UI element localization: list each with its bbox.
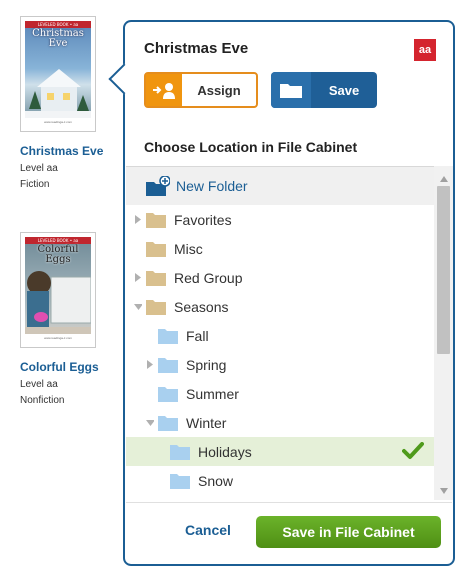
- caret-spacer: [134, 243, 142, 255]
- save-label: Save: [328, 82, 360, 98]
- folder-row[interactable]: Misc: [126, 234, 434, 263]
- cover-footer: www.readinga-z.com: [25, 334, 91, 343]
- assign-button[interactable]: Assign: [144, 72, 258, 108]
- folder-icon: [271, 72, 311, 108]
- save-button[interactable]: Save: [271, 72, 377, 108]
- folder-label: Holidays: [198, 443, 252, 460]
- caret-spacer: [158, 446, 166, 458]
- folder-label: Favorites: [174, 211, 232, 228]
- folder-icon: [146, 299, 166, 315]
- folder-label: Misc: [174, 240, 203, 257]
- book-level: Level aa: [20, 379, 58, 390]
- cover-band: LEVELED BOOK • aa: [25, 21, 91, 28]
- caret-spacer: [146, 330, 154, 342]
- folder-row[interactable]: Favorites: [126, 205, 434, 234]
- cover-art: LEVELED BOOK • aa Christmas Eve www.read…: [25, 21, 91, 127]
- level-badge: aa: [414, 39, 436, 61]
- folder-tree: New Folder Favorites Misc Red Group Seasons…: [126, 166, 434, 502]
- assign-label: Assign: [197, 82, 241, 98]
- folder-icon: [170, 444, 190, 460]
- folder-icon: [158, 328, 178, 344]
- folder-label: Winter: [186, 414, 227, 431]
- cover-title: Colorful Eggs: [37, 244, 79, 265]
- folder-icon: [158, 357, 178, 373]
- scrollbar-thumb[interactable]: [437, 186, 450, 354]
- caret-spacer: [146, 388, 154, 400]
- tree-scrollbar[interactable]: [434, 166, 453, 500]
- cover-footer: www.readinga-z.com: [25, 118, 91, 127]
- collapse-caret-icon[interactable]: [146, 417, 154, 429]
- book-genre: Fiction: [20, 179, 50, 190]
- cover-title: Christmas Eve: [32, 28, 84, 49]
- folder-icon: [170, 473, 190, 489]
- footer-divider: [126, 502, 452, 503]
- folder-row[interactable]: Fall: [126, 321, 434, 350]
- folder-row[interactable]: Spring: [126, 350, 434, 379]
- section-heading: Choose Location in File Cabinet: [144, 139, 358, 155]
- folder-icon: [146, 270, 166, 286]
- book-genre: Nonfiction: [20, 395, 65, 406]
- folder-label: Seasons: [174, 298, 229, 315]
- folder-label: Snow: [198, 472, 234, 489]
- book-card-christmas-eve: LEVELED BOOK • aa Christmas Eve www.read…: [20, 16, 120, 193]
- folder-label: Spring: [186, 356, 227, 373]
- book-card-colorful-eggs: LEVELED BOOK • aa Colorful Eggs www.read…: [20, 232, 120, 409]
- save-in-file-cabinet-button[interactable]: Save in File Cabinet: [256, 516, 441, 548]
- folder-icon: [146, 212, 166, 228]
- folder-row[interactable]: Red Group: [126, 263, 434, 292]
- expand-caret-icon[interactable]: [134, 214, 142, 226]
- collapse-caret-icon[interactable]: [134, 301, 142, 313]
- book-level: Level aa: [20, 163, 58, 174]
- folder-label: Red Group: [174, 269, 243, 286]
- girl-illustration: [25, 271, 91, 339]
- folder-icon: [158, 415, 178, 431]
- book-cover-christmas-eve[interactable]: LEVELED BOOK • aa Christmas Eve www.read…: [20, 16, 96, 132]
- house-illustration: [25, 69, 91, 121]
- folder-row[interactable]: Snow: [126, 466, 434, 495]
- caret-spacer: [158, 475, 166, 487]
- book-cover-colorful-eggs[interactable]: LEVELED BOOK • aa Colorful Eggs www.read…: [20, 232, 96, 348]
- folder-row[interactable]: Summer: [126, 379, 434, 408]
- book-title-link[interactable]: Colorful Eggs: [20, 360, 120, 374]
- cover-art: LEVELED BOOK • aa Colorful Eggs www.read…: [25, 237, 91, 343]
- folder-row[interactable]: Seasons: [126, 292, 434, 321]
- folder-label: Fall: [186, 327, 209, 344]
- folder-row[interactable]: Winter: [126, 408, 434, 437]
- cover-band: LEVELED BOOK • aa: [25, 237, 91, 244]
- scroll-down-arrow-icon[interactable]: [434, 482, 453, 500]
- checkmark-icon: [402, 442, 424, 465]
- book-title-link[interactable]: Christmas Eve: [20, 144, 120, 158]
- cancel-button[interactable]: Cancel: [185, 522, 231, 538]
- folder-label: Summer: [186, 385, 239, 402]
- folder-icon: [158, 386, 178, 402]
- new-folder-button[interactable]: New Folder: [126, 167, 434, 205]
- expand-caret-icon[interactable]: [146, 359, 154, 371]
- assign-icon: [146, 74, 182, 106]
- save-to-file-cabinet-popover: Christmas Eve aa Assign Save Choose Loca…: [108, 20, 455, 566]
- new-folder-label: New Folder: [176, 178, 248, 194]
- popover-title: Christmas Eve: [144, 40, 249, 57]
- new-folder-icon: [146, 176, 170, 196]
- folder-row[interactable]: Holidays: [126, 437, 434, 466]
- expand-caret-icon[interactable]: [134, 272, 142, 284]
- folder-icon: [146, 241, 166, 257]
